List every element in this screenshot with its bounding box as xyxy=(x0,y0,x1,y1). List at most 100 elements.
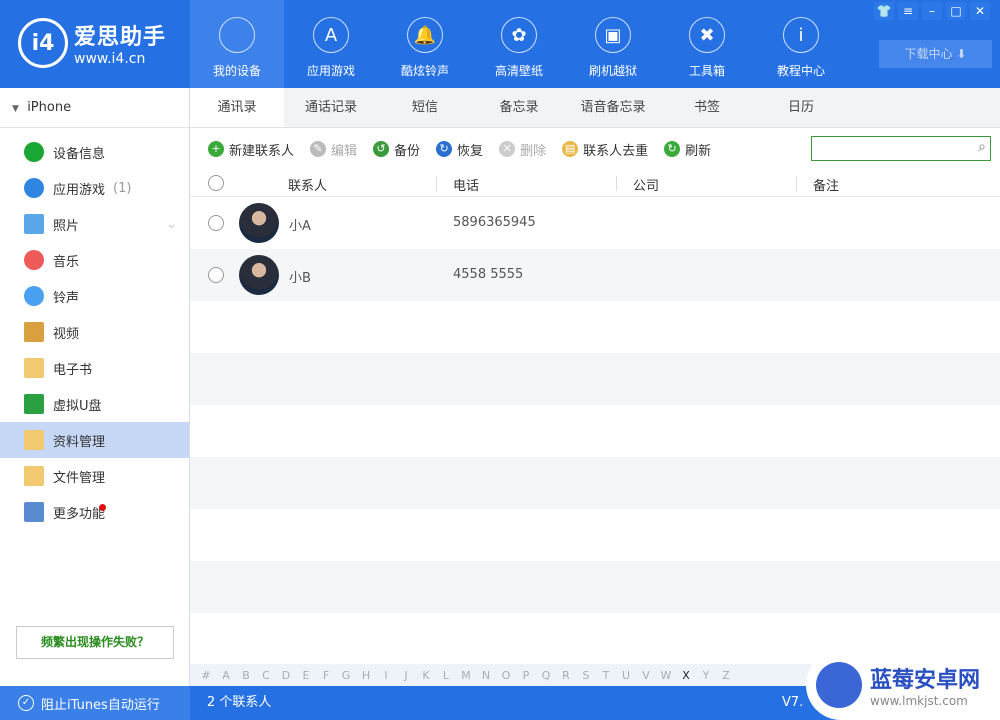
alpha-index-letter[interactable]: U xyxy=(616,669,636,682)
sidebar-item-2[interactable]: 照片 ⌄ xyxy=(0,206,189,242)
alpha-index-letter[interactable]: G xyxy=(336,669,356,682)
toolbar-button-1[interactable]: ✎ 编辑 xyxy=(310,140,357,159)
toolbar-icon: ▤ xyxy=(562,141,579,157)
sidebar-item-6[interactable]: 电子书 xyxy=(0,350,189,386)
nav-apple[interactable]: 我的设备 xyxy=(190,0,284,88)
alpha-index-letter[interactable]: D xyxy=(276,669,296,682)
alpha-index-letter[interactable]: M xyxy=(456,669,476,682)
toolbar-label: 联系人去重 xyxy=(583,143,649,159)
toolbar-button-2[interactable]: ↺ 备份 xyxy=(373,140,420,159)
contact-row[interactable]: 小B 4558 5555 xyxy=(190,249,1000,301)
box-icon: ▣ xyxy=(595,17,631,53)
alpha-index-letter[interactable]: T xyxy=(596,669,616,682)
empty-row xyxy=(190,301,1000,353)
toolbar-button-5[interactable]: ▤ 联系人去重 xyxy=(562,140,648,159)
tab-1[interactable]: 通话记录 xyxy=(284,88,378,127)
alpha-index-letter[interactable]: O xyxy=(496,669,516,682)
toolbar-label: 新建联系人 xyxy=(229,143,295,159)
alpha-index-letter[interactable]: K xyxy=(416,669,436,682)
contact-phone: 4558 5555 xyxy=(453,267,524,282)
sidebar-icon xyxy=(24,430,44,450)
column-phone[interactable]: 电话 xyxy=(453,175,479,194)
alpha-index-letter[interactable]: Z xyxy=(716,669,736,682)
nav-box[interactable]: ▣ 刷机越狱 xyxy=(566,0,660,88)
tab-5[interactable]: 书签 xyxy=(660,88,754,127)
alpha-index-letter[interactable]: R xyxy=(556,669,576,682)
search-icon[interactable]: ⌕ xyxy=(978,139,986,155)
column-note[interactable]: 备注 xyxy=(813,175,839,194)
sidebar-item-label: 音乐 xyxy=(53,254,80,270)
tab-3[interactable]: 备忘录 xyxy=(472,88,566,127)
alpha-index-letter[interactable]: F xyxy=(316,669,336,682)
row-checkbox[interactable] xyxy=(208,215,224,231)
toolbar-button-4[interactable]: ✕ 删除 xyxy=(499,140,546,159)
alpha-index-letter[interactable]: N xyxy=(476,669,496,682)
sidebar-item-label: 文件管理 xyxy=(53,470,106,486)
menu-icon[interactable]: ≡ xyxy=(898,2,918,20)
sidebar-item-10[interactable]: 更多功能 xyxy=(0,494,189,530)
toolbar-label: 删除 xyxy=(520,143,547,159)
device-name: iPhone xyxy=(27,100,72,115)
download-center-button[interactable]: 下载中心 ⬇ xyxy=(879,40,992,68)
logo-url: www.i4.cn xyxy=(74,51,146,67)
itunes-block-toggle[interactable]: ✓ 阻止iTunes自动运行 xyxy=(0,686,190,720)
contact-name: 小A xyxy=(289,219,311,234)
alpha-index-letter[interactable]: Y xyxy=(696,669,716,682)
sidebar-item-label: 照片 xyxy=(53,218,80,234)
sidebar-item-label: 更多功能 xyxy=(53,506,106,522)
nav-app-store[interactable]: A 应用游戏 xyxy=(284,0,378,88)
alpha-index-letter[interactable]: Q xyxy=(536,669,556,682)
column-contact[interactable]: 联系人 xyxy=(288,175,327,194)
alpha-index-letter[interactable]: H xyxy=(356,669,376,682)
sidebar-item-8[interactable]: 资料管理 xyxy=(0,422,189,458)
toolbar-button-0[interactable]: + 新建联系人 xyxy=(208,140,294,159)
alpha-index-letter[interactable]: A xyxy=(216,669,236,682)
contact-row[interactable]: 小A 5896365945 xyxy=(190,197,1000,249)
alpha-index-letter[interactable]: E xyxy=(296,669,316,682)
chevron-down-icon[interactable]: ⌄ xyxy=(166,217,177,232)
column-company[interactable]: 公司 xyxy=(633,175,659,194)
tab-4[interactable]: 语音备忘录 xyxy=(566,88,660,127)
nav-tools[interactable]: ✖ 工具箱 xyxy=(660,0,754,88)
alpha-index-letter[interactable]: B xyxy=(236,669,256,682)
alpha-index-letter[interactable]: I xyxy=(376,669,396,682)
tab-6[interactable]: 日历 xyxy=(754,88,848,127)
alpha-index-letter[interactable]: V xyxy=(636,669,656,682)
nav-info[interactable]: i 教程中心 xyxy=(754,0,848,88)
alpha-index-letter[interactable]: C xyxy=(256,669,276,682)
skin-icon[interactable]: 👕 xyxy=(874,2,894,20)
maximize-button[interactable]: □ xyxy=(946,2,966,20)
alpha-index-letter[interactable]: X xyxy=(676,669,696,682)
sidebar-item-9[interactable]: 文件管理 xyxy=(0,458,189,494)
alpha-index-letter[interactable]: # xyxy=(196,669,216,682)
sidebar-icon xyxy=(24,502,44,522)
minimize-button[interactable]: – xyxy=(922,2,942,20)
frequent-failure-button[interactable]: 频繁出现操作失败？ xyxy=(16,626,174,659)
sidebar-item-1[interactable]: 应用游戏 (1) xyxy=(0,170,189,206)
tab-0[interactable]: 通讯录 xyxy=(190,88,284,127)
search-input[interactable]: ⌕ xyxy=(811,136,991,161)
row-checkbox[interactable] xyxy=(208,267,224,283)
watermark-logo: 蓝莓安卓网 www.lmkjst.com xyxy=(806,650,1000,720)
tab-2[interactable]: 短信 xyxy=(378,88,472,127)
sidebar-item-label: 资料管理 xyxy=(53,434,106,450)
sidebar-item-3[interactable]: 音乐 xyxy=(0,242,189,278)
sidebar-item-0[interactable]: 设备信息 xyxy=(0,134,189,170)
alpha-index-letter[interactable]: S xyxy=(576,669,596,682)
alpha-index-letter[interactable]: P xyxy=(516,669,536,682)
alpha-index-letter[interactable]: W xyxy=(656,669,676,682)
toolbar-button-3[interactable]: ↻ 恢复 xyxy=(436,140,483,159)
device-selector[interactable]: ▼ iPhone xyxy=(0,88,189,128)
toolbar-label: 编辑 xyxy=(331,143,358,159)
alpha-index-letter[interactable]: J xyxy=(396,669,416,682)
select-all-checkbox[interactable] xyxy=(208,175,224,191)
sidebar-item-4[interactable]: 铃声 xyxy=(0,278,189,314)
toolbar-button-6[interactable]: ↻ 刷新 xyxy=(664,140,711,159)
nav-flower[interactable]: ✿ 高清壁纸 xyxy=(472,0,566,88)
close-button[interactable]: ✕ xyxy=(970,2,990,20)
nav-bell[interactable]: 🔔 酷炫铃声 xyxy=(378,0,472,88)
sidebar-item-5[interactable]: 视频 xyxy=(0,314,189,350)
sidebar-item-7[interactable]: 虚拟U盘 xyxy=(0,386,189,422)
sidebar-item-label: 应用游戏 xyxy=(53,182,106,198)
alpha-index-letter[interactable]: L xyxy=(436,669,456,682)
